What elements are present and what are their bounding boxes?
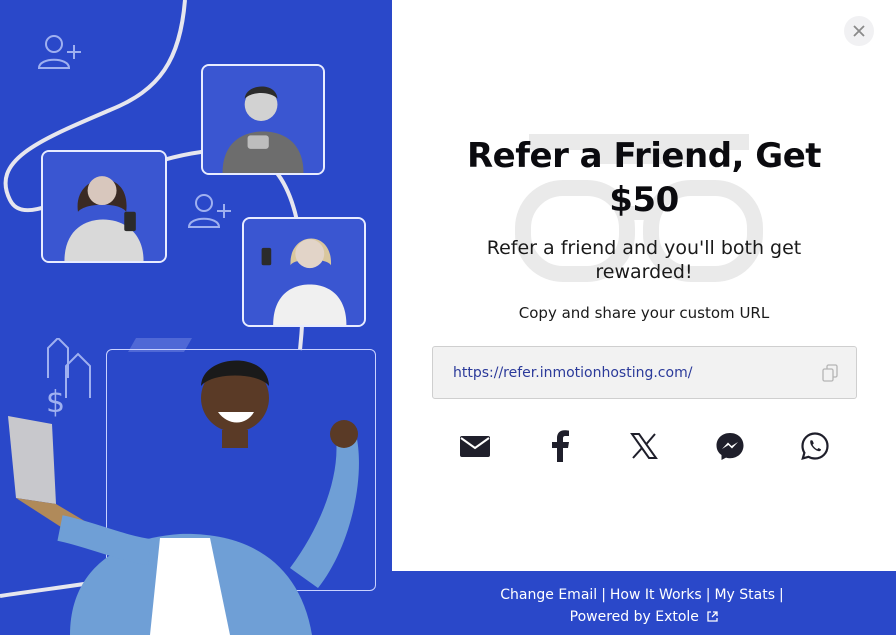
person-man-laptop-image <box>8 360 359 635</box>
footer-separator: | <box>705 587 711 603</box>
share-facebook-button[interactable] <box>542 428 578 464</box>
messenger-icon <box>716 433 744 460</box>
modal-title: Refer a Friend, Get $50 <box>444 134 844 222</box>
share-messenger-button[interactable] <box>712 428 748 464</box>
footer-separator: | <box>779 587 784 603</box>
footer-links: Change Email | How It Works | My Stats | <box>392 587 896 603</box>
add-user-icon <box>187 194 231 228</box>
change-email-link[interactable]: Change Email <box>500 587 597 603</box>
external-link-icon[interactable] <box>707 611 719 622</box>
person-blonde-woman-image <box>244 219 364 325</box>
footer-bar: Change Email | How It Works | My Stats | Powe… <box>392 571 896 635</box>
modal-subtitle-line1: Refer a friend and you'll both get <box>486 237 802 259</box>
person-man-image <box>203 66 323 173</box>
whatsapp-icon <box>801 432 829 460</box>
powered-by-extole-link[interactable]: Powered by Extole <box>570 609 699 625</box>
modal-subtitle: Refer a friend and you'll both get rewar… <box>464 236 824 284</box>
share-x-button[interactable] <box>626 428 662 464</box>
share-url-field[interactable]: https://refer.inmotionhosting.com/ <box>432 346 857 399</box>
add-user-icon <box>37 35 81 69</box>
email-icon <box>460 436 490 457</box>
how-it-works-link[interactable]: How It Works <box>610 587 702 603</box>
powered-by: Powered by Extole <box>392 609 896 625</box>
photo-card-man-phone <box>201 64 325 175</box>
share-email-button[interactable] <box>457 428 493 464</box>
photo-card-woman-pointing <box>41 150 167 263</box>
modal-subtitle-line2: rewarded! <box>595 261 693 283</box>
my-stats-link[interactable]: My Stats <box>714 587 775 603</box>
copy-icon[interactable] <box>822 364 838 382</box>
close-button[interactable] <box>844 16 874 46</box>
close-icon <box>853 25 865 37</box>
share-whatsapp-button[interactable] <box>797 428 833 464</box>
photo-card-woman-phone <box>242 217 366 327</box>
share-url-text[interactable]: https://refer.inmotionhosting.com/ <box>453 365 692 381</box>
x-twitter-icon <box>630 433 658 459</box>
footer-separator: | <box>601 587 606 603</box>
share-buttons-row <box>452 428 842 464</box>
person-woman-image <box>43 152 165 261</box>
hero-illustration-panel: $ <box>0 0 392 635</box>
modal-title-line1: Refer a Friend, Get <box>466 136 822 176</box>
referral-modal: Refer a Friend, Get $50 Refer a friend a… <box>392 0 896 571</box>
modal-title-line2: $50 <box>609 180 679 220</box>
copy-url-label: Copy and share your custom URL <box>518 304 770 322</box>
facebook-icon <box>552 430 569 462</box>
